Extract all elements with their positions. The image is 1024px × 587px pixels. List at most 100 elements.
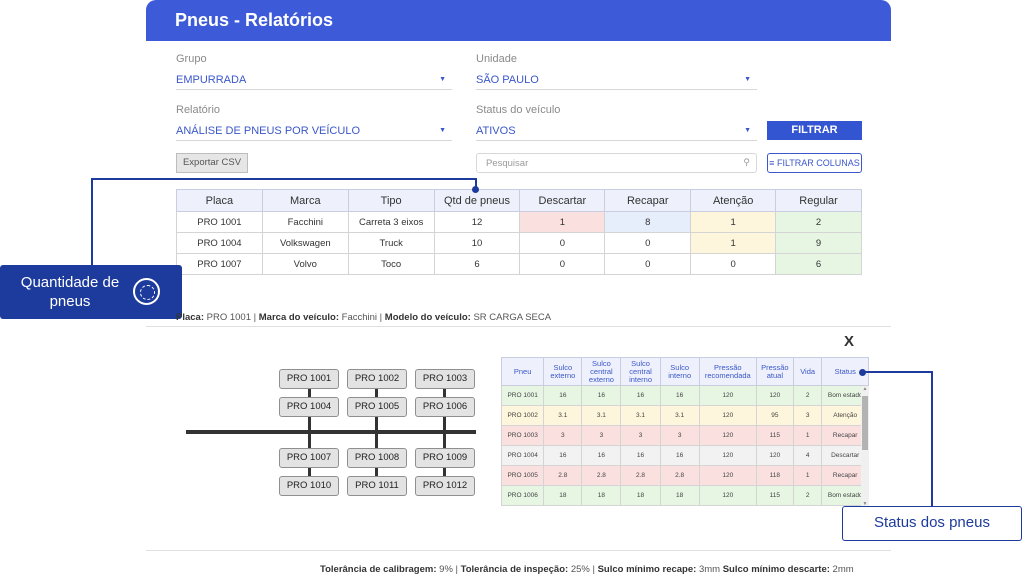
relatorio-label: Relatório (176, 104, 221, 116)
relatorio-value: ANÁLISE DE PNEUS POR VEÍCULO (176, 125, 360, 137)
col-marca[interactable]: Marca (261, 189, 349, 212)
tire-cell: 2.8 (581, 465, 622, 486)
tire-cell: 120 (698, 425, 757, 446)
tire-cell: 2 (792, 485, 823, 506)
tire-cell: 3 (659, 425, 700, 446)
tire-slot[interactable]: PRO 1006 (415, 397, 475, 417)
tire-slot[interactable]: PRO 1002 (347, 369, 407, 389)
tire-cell: 3 (620, 425, 661, 446)
tire-cell: 18 (581, 485, 622, 506)
table-row[interactable]: PRO 1001 Facchini Carreta 3 eixos 12 1 8… (176, 211, 862, 233)
tire-cell: 3 (581, 425, 622, 446)
quantity-callout: Quantidade de pneus (0, 265, 182, 319)
status-veiculo-select[interactable]: ATIVOS ▼ (476, 121, 757, 141)
tire-table-row[interactable]: PRO 1003 3 3 3 3 120 115 1 Recapar (500, 425, 869, 446)
tire-table-row[interactable]: PRO 1002 3.1 3.1 3.1 3.1 120 95 3 Atenção (500, 405, 869, 426)
tire-cell: 3.1 (659, 405, 700, 426)
placa-value: PRO 1001 (206, 312, 252, 323)
cell-atencao: 0 (690, 253, 777, 275)
tire-cell: 1 (792, 465, 823, 486)
callout-leader-vertical (91, 178, 93, 266)
tire-table-row[interactable]: PRO 1005 2.8 2.8 2.8 2.8 120 118 1 Recapar (500, 465, 869, 486)
cell-recapar: 0 (604, 232, 692, 254)
cell-qtd: 6 (433, 253, 521, 275)
table-row[interactable]: PRO 1004 Volkswagen Truck 10 0 0 1 9 (176, 232, 862, 254)
status-callout: Status dos pneus (842, 506, 1022, 541)
filtrar-button[interactable]: FILTRAR (767, 121, 862, 140)
cell-placa: PRO 1007 (176, 253, 263, 275)
cell-placa: PRO 1004 (176, 232, 263, 254)
tire-icon (133, 278, 160, 305)
col-descartar[interactable]: Descartar (519, 189, 606, 212)
marca-value: Facchini (341, 312, 378, 323)
tire-slot[interactable]: PRO 1003 (415, 369, 475, 389)
tire-cell: 16 (620, 445, 661, 466)
filter-columns-button[interactable]: ≡ FILTRAR COLUNAS (767, 153, 862, 173)
tire-slot[interactable]: PRO 1011 (347, 476, 407, 496)
col-recapar[interactable]: Recapar (604, 189, 692, 212)
col-qtd-pneus[interactable]: Qtd de pneus (433, 189, 521, 212)
page-title: Pneus - Relatórios (175, 10, 334, 30)
tire-table-scrollbar[interactable]: ▲ ▼ (861, 386, 869, 507)
caret-down-icon: ▼ (744, 127, 751, 134)
col-pneu[interactable]: Pneu (500, 357, 545, 386)
cell-descartar: 1 (519, 211, 606, 233)
tire-slot[interactable]: PRO 1007 (279, 448, 339, 468)
col-sulco-interno[interactable]: Sulco interno (659, 357, 700, 386)
tire-table-row[interactable]: PRO 1006 18 18 18 18 120 115 2 Bom estado (500, 485, 869, 506)
col-sulco-central-interno[interactable]: Sulco central interno (620, 357, 661, 386)
tire-cell: 2.8 (620, 465, 661, 486)
cell-atencao: 1 (690, 232, 777, 254)
status-veiculo-value: ATIVOS (476, 125, 516, 137)
unidade-select[interactable]: SÃO PAULO ▼ (476, 70, 757, 90)
descarte-value: 2mm (832, 564, 854, 575)
tire-slot[interactable]: PRO 1009 (415, 448, 475, 468)
quantity-callout-label: Quantidade de pneus (20, 274, 120, 310)
col-atencao[interactable]: Atenção (690, 189, 777, 212)
col-tipo[interactable]: Tipo (347, 189, 435, 212)
cell-tipo: Truck (347, 232, 435, 254)
search-input[interactable]: Pesquisar ⚲ (476, 153, 757, 173)
relatorio-select[interactable]: ANÁLISE DE PNEUS POR VEÍCULO ▼ (176, 121, 452, 141)
caret-down-icon: ▼ (744, 76, 751, 83)
col-pressao-atual[interactable]: Pressão atual (755, 357, 794, 386)
modelo-label: Modelo do veículo: (384, 312, 471, 323)
cell-tipo: Toco (347, 253, 435, 275)
axle-main-bar (186, 430, 476, 434)
vehicle-info: Placa: PRO 1001 | Marca do veículo: Facc… (176, 312, 551, 323)
scroll-up-icon[interactable]: ▲ (861, 386, 869, 392)
cell-tipo: Carreta 3 eixos (347, 211, 435, 233)
modelo-value: SR CARGA SECA (473, 312, 552, 323)
col-regular[interactable]: Regular (775, 189, 862, 212)
tire-slot[interactable]: PRO 1012 (415, 476, 475, 496)
tire-cell: 115 (755, 425, 794, 446)
export-csv-button[interactable]: Exportar CSV (176, 153, 248, 173)
tire-table-row[interactable]: PRO 1004 16 16 16 16 120 120 4 Descartar (500, 445, 869, 466)
tire-cell: 2.8 (659, 465, 700, 486)
grupo-select[interactable]: EMPURRADA ▼ (176, 70, 452, 90)
tire-slot[interactable]: PRO 1001 (279, 369, 339, 389)
col-sulco-externo[interactable]: Sulco externo (543, 357, 583, 386)
col-pressao-recomendada[interactable]: Pressão recomendada (698, 357, 757, 386)
col-placa[interactable]: Placa (176, 189, 263, 212)
cell-marca: Facchini (261, 211, 349, 233)
tire-slot[interactable]: PRO 1004 (279, 397, 339, 417)
tire-table-row[interactable]: PRO 1001 16 16 16 16 120 120 2 Bom estado (500, 385, 869, 406)
table-header-row: Placa Marca Tipo Qtd de pneus Descartar … (176, 189, 862, 212)
tire-slot[interactable]: PRO 1010 (279, 476, 339, 496)
tire-table-body: PRO 1001 16 16 16 16 120 120 2 Bom estado PRO 100… (500, 385, 869, 506)
tire-slot[interactable]: PRO 1008 (347, 448, 407, 468)
tire-table-header-row: Pneu Sulco externo Sulco central externo… (500, 357, 869, 386)
col-sulco-central-externo[interactable]: Sulco central externo (581, 357, 622, 386)
tire-cell: 18 (543, 485, 583, 506)
marca-label: Marca do veículo: (258, 312, 340, 323)
table-row[interactable]: PRO 1007 Volvo Toco 6 0 0 0 6 (176, 253, 862, 275)
tire-slot[interactable]: PRO 1005 (347, 397, 407, 417)
recape-label: Sulco mínimo recape: (597, 564, 697, 575)
close-icon[interactable]: X (844, 333, 854, 350)
col-vida[interactable]: Vida (792, 357, 823, 386)
tire-cell: 4 (792, 445, 823, 466)
tire-cell: 16 (543, 385, 583, 406)
tire-cell: 16 (543, 445, 583, 466)
scroll-thumb[interactable] (862, 396, 868, 450)
